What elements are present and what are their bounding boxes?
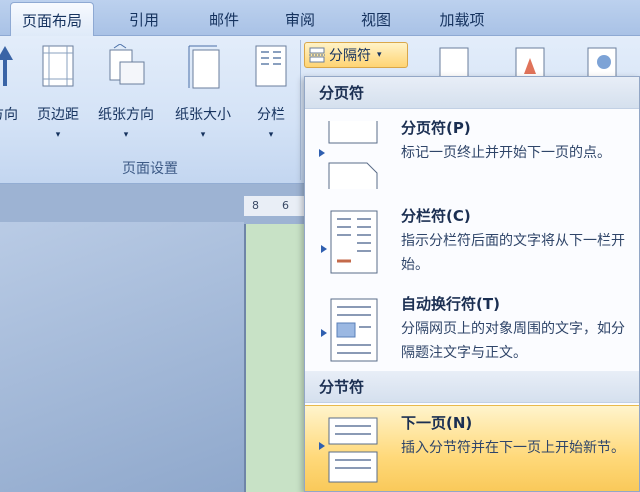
section-breaks-header: 分节符	[305, 371, 639, 403]
columns-button[interactable]: 分栏 ▾	[246, 44, 296, 174]
breaks-dropdown-menu: 分页符 分页符(P) 标记一页终止并开始下一页的点。 分栏符(C) 指示分栏符后…	[304, 76, 640, 492]
menu-item-page-break[interactable]: 分页符(P) 标记一页终止并开始下一页的点。	[305, 111, 639, 197]
tab-view[interactable]: 视图	[346, 2, 406, 36]
page-setup-group-label: 页面设置	[122, 161, 178, 177]
page-size-button[interactable]: 纸张大小 ▾	[166, 44, 240, 174]
orientation-button[interactable]: 方向	[0, 44, 24, 174]
orientation-label: 方向	[0, 107, 18, 123]
page-break-title: 分页符(P)	[401, 119, 471, 137]
page-orientation-dropdown-arrow: ▾	[123, 130, 129, 140]
tab-mailings[interactable]: 邮件	[194, 2, 254, 36]
ruler-number: 6	[282, 199, 289, 212]
breaks-label: 分隔符	[329, 48, 371, 64]
margins-label: 页边距	[37, 107, 79, 123]
text-wrapping-break-icon	[321, 298, 378, 362]
orientation-icon	[0, 46, 13, 86]
columns-dropdown-arrow: ▾	[268, 130, 274, 140]
next-page-description: 插入分节符并在下一页上开始新节。	[401, 440, 625, 456]
tab-page-layout[interactable]: 页面布局	[10, 2, 94, 38]
menu-item-text-wrapping-break[interactable]: 自动换行符(T) 分隔网页上的对象周围的文字，如分隔题注文字与正文。	[305, 287, 639, 369]
column-break-description: 指示分栏符后面的文字将从下一栏开始。	[401, 233, 625, 273]
page-break-description: 标记一页终止并开始下一页的点。	[401, 145, 611, 161]
page-orientation-label: 纸张方向	[98, 107, 154, 123]
next-page-title: 下一页(N)	[401, 414, 473, 432]
page-break-icon	[319, 121, 378, 189]
page-orientation-button[interactable]: 纸张方向 ▾	[90, 44, 162, 174]
ribbon-tab-strip: 页面布局 引用 邮件 审阅 视图 加载项	[0, 0, 640, 38]
tab-references[interactable]: 引用	[114, 2, 174, 36]
page-size-label: 纸张大小	[175, 107, 231, 123]
text-wrapping-break-title: 自动换行符(T)	[401, 295, 500, 313]
group-separator	[300, 40, 301, 180]
menu-item-next-page[interactable]: 下一页(N) 插入分节符并在下一页上开始新节。	[305, 405, 639, 491]
menu-item-column-break[interactable]: 分栏符(C) 指示分栏符后面的文字将从下一栏开始。	[305, 199, 639, 285]
column-break-title: 分栏符(C)	[401, 207, 471, 225]
text-wrapping-break-description: 分隔网页上的对象周围的文字，如分隔题注文字与正文。	[401, 321, 625, 361]
columns-label: 分栏	[257, 107, 285, 123]
page-size-icon	[188, 45, 220, 89]
page-orientation-icon	[109, 44, 145, 85]
margins-dropdown-arrow: ▾	[55, 130, 61, 140]
page-size-dropdown-arrow: ▾	[200, 130, 206, 140]
margins-button[interactable]: 页边距 ▾	[28, 44, 88, 174]
column-break-icon	[321, 210, 378, 274]
tab-add-ins[interactable]: 加载项	[424, 2, 500, 36]
margins-icon	[42, 45, 74, 87]
document-background	[0, 222, 244, 492]
tab-review[interactable]: 审阅	[270, 2, 330, 36]
breaks-dropdown-arrow: ▾	[377, 50, 382, 60]
breaks-icon	[309, 47, 325, 63]
next-page-section-break-icon	[319, 417, 378, 483]
page-breaks-header: 分页符	[305, 77, 639, 109]
ruler-number: 8	[252, 199, 259, 212]
breaks-button[interactable]: 分隔符 ▾	[304, 42, 408, 68]
columns-icon	[255, 45, 287, 87]
